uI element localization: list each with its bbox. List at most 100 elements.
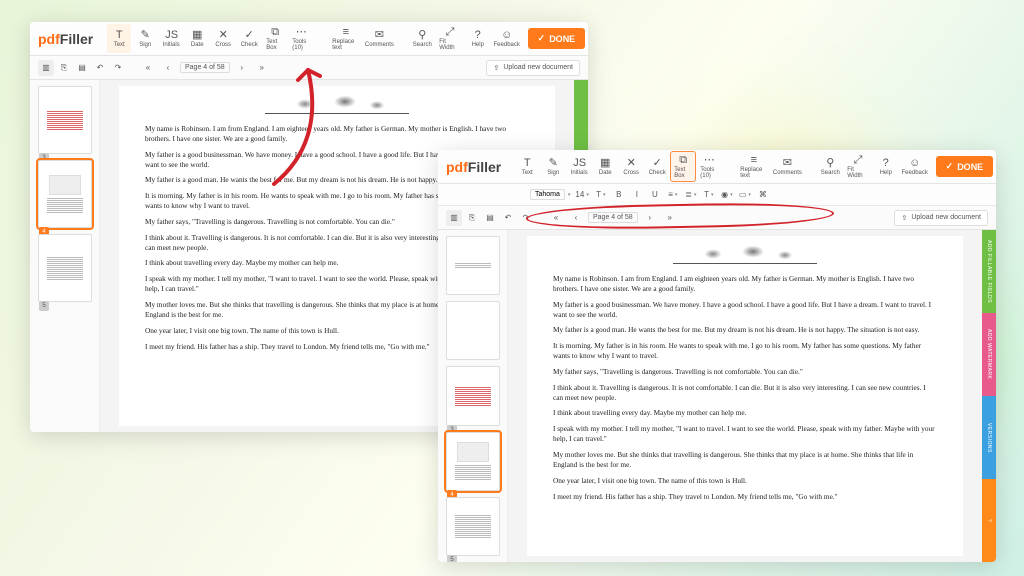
brand-logo: pdfFiller <box>446 159 501 175</box>
format-case[interactable]: T <box>701 187 717 203</box>
rail-watermark[interactable]: ADD WATERMARK <box>982 313 996 396</box>
check-icon: ✓ <box>243 29 255 41</box>
upload-icon: ⇪ <box>901 214 907 222</box>
pages-button[interactable]: ▤ <box>482 210 498 226</box>
pages-button[interactable]: ▤ <box>74 60 90 76</box>
format-align[interactable]: ≡ <box>665 187 681 203</box>
page-nav-last[interactable]: » <box>662 210 678 226</box>
format-bullets[interactable]: ≣ <box>683 187 699 203</box>
replace-tool[interactable]: ≡Replace text <box>737 152 770 181</box>
rail-versions[interactable]: VERSIONS <box>982 396 996 479</box>
paragraph: I meet my friend. His father has a ship.… <box>553 492 937 502</box>
initials-tool[interactable]: JSInitials <box>159 24 183 53</box>
help-tool[interactable]: ?Help <box>466 24 490 53</box>
copy-button[interactable]: ⎘ <box>464 210 480 226</box>
text-tool[interactable]: TText <box>515 152 539 181</box>
page-nav-last[interactable]: » <box>254 60 270 76</box>
done-button[interactable]: ✓DONE <box>528 28 586 49</box>
tool-label: Text <box>522 170 533 176</box>
document-page: My name is Robinson. I am from England. … <box>527 236 963 556</box>
copy-button[interactable]: ⎘ <box>56 60 72 76</box>
tools-tool[interactable]: ⋯Tools (10) <box>697 152 721 181</box>
document-area[interactable]: My name is Robinson. I am from England. … <box>508 230 982 562</box>
page-nav-back[interactable]: ‹ <box>160 60 176 76</box>
paragraph: I speak with my mother. I tell my mother… <box>553 424 937 444</box>
sign-icon: ✎ <box>139 29 151 41</box>
textbox-tool[interactable]: ⧉Text Box <box>671 152 695 181</box>
undo-button[interactable]: ↶ <box>500 210 516 226</box>
initials-tool[interactable]: JSInitials <box>567 152 591 181</box>
upload-new-document-button[interactable]: ⇪Upload new document <box>486 60 580 76</box>
font-family-select[interactable]: Tahoma <box>530 189 565 200</box>
tool-label: Search <box>821 170 840 176</box>
sheet-button[interactable]: ▥ <box>38 60 54 76</box>
format-italic[interactable]: I <box>629 187 645 203</box>
format-link[interactable]: ⌘ <box>755 187 771 203</box>
page-indicator[interactable]: Page 4 of 58 <box>180 62 230 73</box>
check-tool[interactable]: ✓Check <box>645 152 669 181</box>
page-thumbnail[interactable] <box>446 301 500 360</box>
format-bold[interactable]: B <box>611 187 627 203</box>
format-underline[interactable]: U <box>647 187 663 203</box>
brand-logo: pdfFiller <box>38 31 93 47</box>
page-header-illustration <box>665 242 825 266</box>
replace-icon: ≡ <box>748 154 760 166</box>
tool-label: Text Box <box>674 167 692 179</box>
help-icon: ? <box>880 157 892 169</box>
paragraph: I think about it. Travelling is dangerou… <box>553 383 937 403</box>
check-tool[interactable]: ✓Check <box>237 24 261 53</box>
tools-tool[interactable]: ⋯Tools (10) <box>289 24 313 53</box>
rail-fillable-fields[interactable]: ADD FILLABLE FIELDS <box>982 230 996 313</box>
text-tool[interactable]: TText <box>107 24 131 53</box>
page-nav-prev[interactable]: « <box>140 60 156 76</box>
redo-button[interactable]: ↷ <box>518 210 534 226</box>
help-tool[interactable]: ?Help <box>874 152 898 181</box>
page-thumbnail[interactable]: 3 <box>446 366 500 425</box>
redo-button[interactable]: ↷ <box>110 60 126 76</box>
page-nav-prev[interactable]: « <box>548 210 564 226</box>
tools-icon: ⋯ <box>703 154 715 166</box>
thumbnail-panel[interactable]: 345 <box>30 80 100 432</box>
tool-label: Replace text <box>332 39 359 51</box>
cross-icon: ✕ <box>625 157 637 169</box>
cross-tool[interactable]: ✕Cross <box>619 152 643 181</box>
format-bg[interactable]: ▭ <box>737 187 753 203</box>
replace-tool[interactable]: ≡Replace text <box>329 24 362 53</box>
cross-tool[interactable]: ✕Cross <box>211 24 235 53</box>
page-thumbnail[interactable] <box>446 236 500 295</box>
page-thumbnail[interactable]: 5 <box>38 234 92 302</box>
page-nav-fwd[interactable]: › <box>234 60 250 76</box>
feedback-tool[interactable]: ☺Feedback <box>900 152 930 181</box>
sheet-button[interactable]: ▥ <box>446 210 462 226</box>
rail-help[interactable]: ? <box>982 479 996 562</box>
done-button[interactable]: ✓DONE <box>936 156 994 177</box>
format-lineheight[interactable]: T <box>593 187 609 203</box>
page-indicator[interactable]: Page 4 of 58 <box>588 212 638 223</box>
tool-label: Sign <box>139 42 151 48</box>
feedback-tool[interactable]: ☺Feedback <box>492 24 522 53</box>
date-tool[interactable]: ▦Date <box>185 24 209 53</box>
upload-new-document-button[interactable]: ⇪Upload new document <box>894 210 988 226</box>
fitwidth-tool[interactable]: ⤢Fit Width <box>844 152 871 181</box>
page-thumbnail[interactable]: 4 <box>38 160 92 228</box>
page-thumbnail[interactable]: 5 <box>446 497 500 556</box>
page-thumbnail[interactable]: 4 <box>446 432 500 491</box>
thumbnail-panel[interactable]: 3 4 5 <box>438 230 508 562</box>
search-tool[interactable]: ⚲Search <box>818 152 842 181</box>
textbox-tool[interactable]: ⧉Text Box <box>263 24 287 53</box>
sign-tool[interactable]: ✎Sign <box>541 152 565 181</box>
page-thumbnail[interactable]: 3 <box>38 86 92 154</box>
format-fontsize[interactable]: 14 <box>573 187 590 203</box>
page-nav-fwd[interactable]: › <box>642 210 658 226</box>
page-nav-back[interactable]: ‹ <box>568 210 584 226</box>
comments-tool[interactable]: ✉Comments <box>773 152 803 181</box>
undo-button[interactable]: ↶ <box>92 60 108 76</box>
comments-tool[interactable]: ✉Comments <box>365 24 395 53</box>
format-color[interactable]: ◉ <box>719 187 735 203</box>
sign-tool[interactable]: ✎Sign <box>133 24 157 53</box>
date-tool[interactable]: ▦Date <box>593 152 617 181</box>
search-tool[interactable]: ⚲Search <box>410 24 434 53</box>
tool-label: Comments <box>365 42 394 48</box>
text-format-toolbar: Tahoma ▾ 14TBIU≡≣T◉▭⌘ <box>438 184 996 206</box>
fitwidth-tool[interactable]: ⤢Fit Width <box>436 24 463 53</box>
